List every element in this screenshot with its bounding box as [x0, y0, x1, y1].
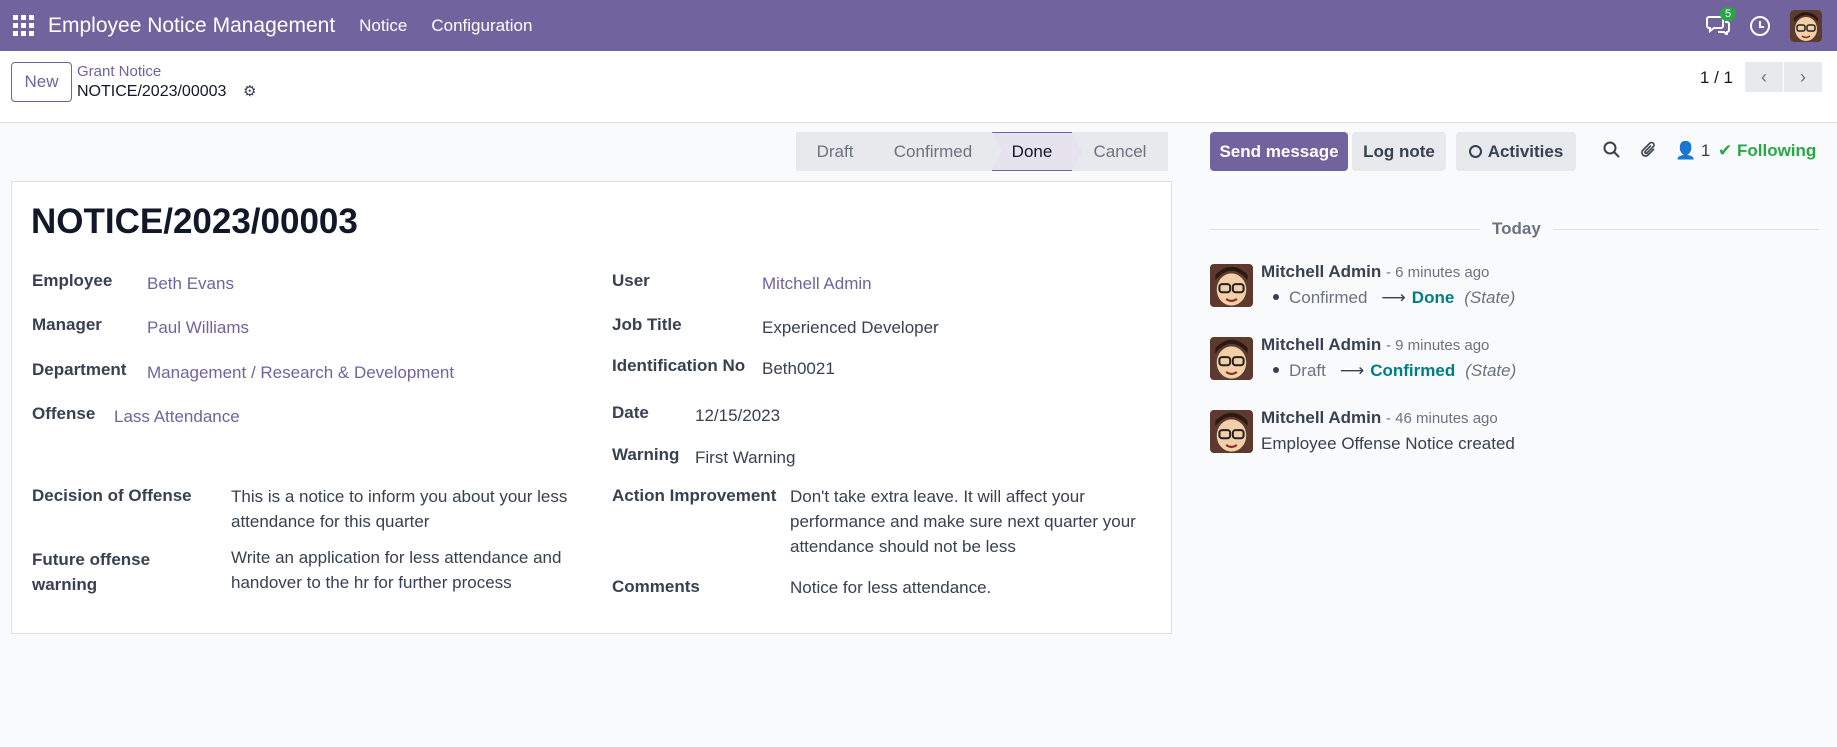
identification-field[interactable]: Beth0021 [762, 356, 835, 381]
comments-label: Comments [612, 577, 700, 596]
department-field[interactable]: Management / Research & Development [147, 360, 454, 385]
message-body: Employee Offense Notice created [1261, 434, 1515, 453]
warning-label: Warning [612, 445, 680, 464]
messaging-icon[interactable]: 5 [1706, 6, 1737, 37]
form-sheet: NOTICE/2023/00003 Employee Beth Evans Ma… [11, 181, 1172, 634]
message-tracking: Draft ⟶ Confirmed (State) [1261, 361, 1516, 381]
decision-field[interactable]: This is a notice to inform you about you… [231, 484, 586, 534]
gear-icon[interactable]: ⚙ [243, 84, 257, 99]
message-author: Mitchell Admin - 9 minutes ago [1261, 335, 1490, 354]
activity-clock-icon[interactable] [1750, 15, 1770, 36]
stage-draft[interactable]: Draft [796, 132, 884, 171]
paperclip-icon[interactable] [1640, 141, 1658, 164]
action-field[interactable]: Don't take extra leave. It will affect y… [790, 484, 1160, 559]
send-message-button[interactable]: Send message [1210, 132, 1348, 171]
employee-label: Employee [32, 271, 113, 290]
manager-field[interactable]: Paul Williams [147, 315, 249, 340]
employee-field[interactable]: Beth Evans [147, 271, 234, 296]
user-avatar[interactable] [1790, 9, 1822, 42]
offense-label: Offense [32, 404, 96, 423]
menu-configuration[interactable]: Configuration [431, 16, 532, 36]
top-navbar: Employee Notice Management Notice Config… [0, 0, 1837, 51]
department-label: Department [32, 360, 127, 379]
pager-next-icon[interactable]: › [1784, 62, 1822, 92]
breadcrumb-current: NOTICE/2023/00003 [77, 83, 227, 100]
date-field[interactable]: 12/15/2023 [695, 403, 780, 428]
status-bar: Draft Confirmed Done Cancel [796, 132, 1168, 171]
message-author: Mitchell Admin - 6 minutes ago [1261, 262, 1490, 281]
activities-button[interactable]: Activities [1456, 132, 1576, 171]
stage-confirmed[interactable]: Confirmed [874, 132, 1002, 171]
user-field[interactable]: Mitchell Admin [762, 271, 872, 296]
menu-notice[interactable]: Notice [359, 16, 407, 36]
messaging-count-badge: 5 [1720, 6, 1737, 21]
message-avatar[interactable] [1210, 410, 1253, 453]
pager-previous-icon[interactable]: ‹ [1745, 62, 1783, 92]
activities-clock-icon [1468, 145, 1482, 158]
manager-label: Manager [32, 315, 102, 334]
decision-label: Decision of Offense [32, 486, 192, 505]
future-label: Future offense warning [32, 550, 151, 594]
identification-label: Identification No [612, 356, 746, 375]
offense-field[interactable]: Lass Attendance [114, 404, 240, 429]
record-title: NOTICE/2023/00003 [31, 202, 358, 241]
apps-menu-icon[interactable] [13, 14, 35, 37]
date-label: Date [612, 403, 649, 422]
message-tracking: Confirmed ⟶ Done (State) [1261, 288, 1515, 308]
following-toggle[interactable]: ✔ Following [1718, 141, 1816, 161]
stage-done[interactable]: Done [992, 132, 1082, 171]
log-note-button[interactable]: Log note [1352, 132, 1446, 171]
action-label: Action Improvement [612, 486, 777, 505]
stage-cancel[interactable]: Cancel [1072, 132, 1168, 171]
followers-button[interactable]: 👤 1 [1675, 141, 1710, 161]
pager-value[interactable]: 1 / 1 [1700, 68, 1733, 88]
app-title[interactable]: Employee Notice Management [48, 14, 335, 38]
today-label: Today [1480, 219, 1553, 239]
message-author: Mitchell Admin - 46 minutes ago [1261, 408, 1498, 427]
user-label: User [612, 271, 650, 290]
control-panel: New Grant Notice NOTICE/2023/00003 ⚙ 1 /… [0, 51, 1837, 123]
job-title-label: Job Title [612, 315, 682, 334]
comments-field[interactable]: Notice for less attendance. [790, 575, 991, 600]
person-icon: 👤 [1675, 141, 1697, 160]
check-icon: ✔ [1718, 141, 1733, 160]
future-field[interactable]: Write an application for less attendance… [231, 545, 586, 595]
new-button[interactable]: New [11, 62, 72, 102]
message-avatar[interactable] [1210, 337, 1253, 380]
job-title-field[interactable]: Experienced Developer [762, 315, 939, 340]
message-avatar[interactable] [1210, 264, 1253, 307]
search-icon[interactable] [1603, 141, 1621, 164]
breadcrumb-parent[interactable]: Grant Notice [77, 63, 161, 80]
warning-field[interactable]: First Warning [695, 445, 795, 470]
